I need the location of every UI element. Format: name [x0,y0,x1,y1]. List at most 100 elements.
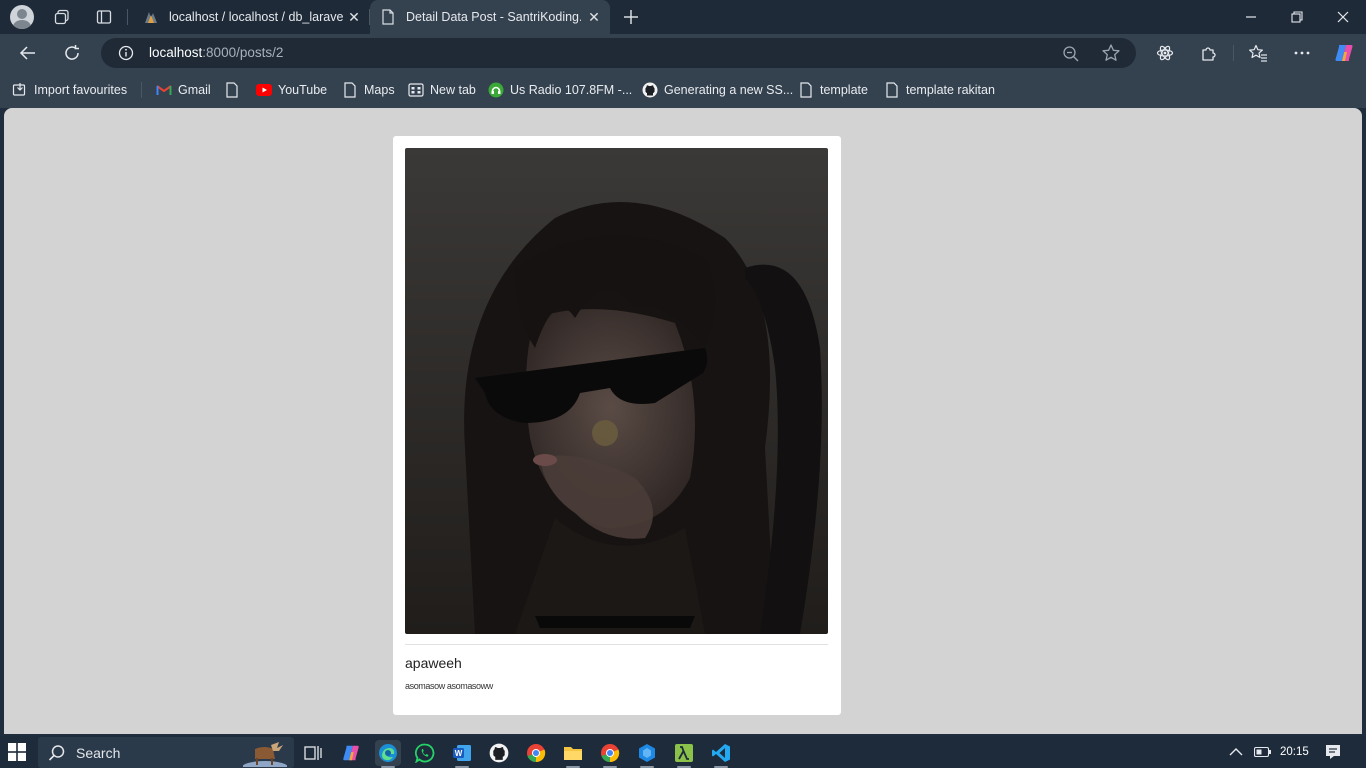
bookmark-label: New tab [430,83,476,97]
taskbar-copilot[interactable] [338,740,364,766]
notification-center-button[interactable] [1325,736,1341,768]
github-icon [489,743,509,763]
notification-icon [1326,745,1340,759]
url-path: :8000/posts/2 [202,45,284,60]
toolbar-separator [1233,45,1234,61]
close-icon[interactable]: ✕ [346,9,362,25]
taskbar-vscode[interactable] [708,740,734,768]
browser-toolbar: localhost:8000/posts/2 [0,34,1366,72]
restore-icon [1291,11,1303,23]
page-icon [342,82,358,98]
copilot-button[interactable] [1330,39,1358,67]
new-tab-page-icon [408,82,424,98]
tab-title: localhost / localhost / db_laravel_ [169,10,344,24]
url-host: localhost [149,45,203,60]
minimize-button[interactable] [1234,0,1268,34]
copilot-icon [343,745,359,761]
chrome-icon [601,744,620,763]
search-label: Search [76,745,121,761]
taskbar-file-explorer[interactable] [560,740,586,768]
chrome-icon [527,744,546,763]
zoom-out-icon[interactable] [1061,44,1081,64]
bookmark-github-ssh[interactable]: Generating a new SS... [642,80,793,100]
bookmark-gmail[interactable]: Gmail [156,80,211,100]
taskbar-lambda-app[interactable] [671,740,697,768]
address-bar[interactable]: localhost:8000/posts/2 [101,38,1136,68]
taskbar-chrome-profile[interactable] [597,740,623,768]
workspaces-button[interactable] [50,0,74,34]
arrow-left-icon [19,46,35,60]
svg-text:W: W [455,749,463,758]
bookmark-us-radio[interactable]: Us Radio 107.8FM -... [488,80,632,100]
card-divider [405,644,828,645]
favourite-star-icon[interactable] [1101,43,1121,63]
taskbar-clock[interactable]: 20:15 [1280,736,1309,768]
battery-icon [1254,746,1271,758]
bookmark-template-rakitan[interactable]: template rakitan [884,80,995,100]
restore-button[interactable] [1280,0,1314,34]
phpmyadmin-icon [143,9,159,25]
chevron-up-icon [1229,748,1243,756]
show-hidden-icons-button[interactable] [1229,736,1243,768]
copilot-icon [1335,45,1353,61]
battery-status[interactable] [1254,736,1272,768]
browser-title-bar: localhost / localhost / db_laravel_ ✕ De… [0,0,1366,34]
bookmark-label: YouTube [278,83,328,97]
close-icon[interactable]: ✕ [586,9,602,25]
search-icon [48,744,66,762]
bookmark-label: Import favourites [34,83,128,97]
refresh-button[interactable] [58,39,86,67]
bookmark-import-favourites[interactable]: Import favourites [12,80,127,100]
bookmark-template[interactable]: template [798,80,868,100]
bookmark-label: Gmail [178,83,211,97]
back-button[interactable] [14,39,42,67]
react-devtools-extension-button[interactable] [1151,39,1179,67]
taskbar-search-box[interactable]: Search [38,737,294,768]
bookmark-label: template rakitan [906,83,995,97]
favourites-button[interactable] [1244,39,1272,67]
taskbar-github-desktop[interactable] [486,740,512,766]
taskbar-whatsapp[interactable] [412,740,438,766]
site-info-icon[interactable] [117,44,135,62]
taskbar-chrome[interactable] [523,740,549,766]
post-illustration-image [405,148,828,634]
puzzle-piece-icon [1202,47,1216,61]
new-tab-button[interactable] [618,0,644,34]
react-atom-icon [1156,45,1174,61]
post-title: apaweeh [405,655,462,671]
tab-actions-button[interactable] [92,0,116,34]
extensions-button[interactable] [1195,39,1223,67]
profile-avatar-icon [10,5,34,29]
edge-icon [379,744,397,762]
bookmark-maps[interactable]: Maps [342,80,395,100]
close-icon [1337,11,1349,23]
plus-icon [624,10,638,24]
page-icon [224,82,240,98]
taskbar-edge[interactable] [375,740,401,768]
bookmark-separator [141,82,142,98]
post-card: apaweeh asomasow asomasoww [393,136,841,715]
folder-icon [564,747,582,760]
bookmark-new-tab[interactable]: New tab [408,80,476,100]
close-window-button[interactable] [1326,0,1360,34]
url-text[interactable]: localhost:8000/posts/2 [149,45,283,60]
bookmark-label: Maps [364,83,395,97]
minimize-icon [1246,16,1256,18]
more-dots-icon [1294,51,1310,55]
bookmark-untitled[interactable] [224,80,246,100]
start-button[interactable] [8,743,26,761]
radio-icon [488,82,504,98]
bookmark-youtube[interactable]: YouTube [256,80,327,100]
taskbar-app-blue[interactable] [634,740,660,768]
whatsapp-icon [415,743,435,763]
task-view-icon [304,746,322,760]
settings-and-more-button[interactable] [1288,39,1316,67]
taskbar-task-view[interactable] [300,740,326,766]
page-viewport: apaweeh asomasow asomasoww [4,108,1362,734]
github-icon [642,82,658,98]
page-icon [884,82,900,98]
tab-phpmyadmin[interactable]: localhost / localhost / db_laravel_ ✕ [133,0,370,34]
taskbar-word[interactable]: W [449,740,475,768]
tab-detail-data-post[interactable]: Detail Data Post - SantriKoding.co ✕ [370,0,610,34]
profile-button[interactable] [8,0,36,34]
